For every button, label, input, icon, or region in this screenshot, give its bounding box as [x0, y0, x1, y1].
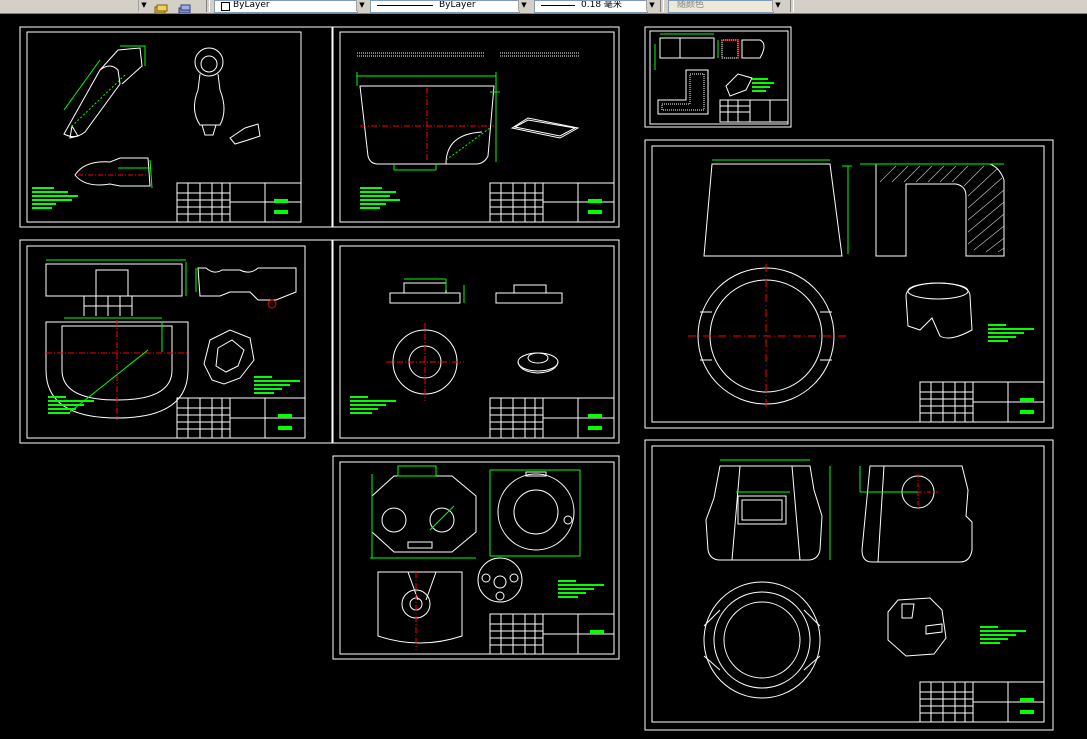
toolbar-separator: [790, 0, 794, 12]
title-block: [176, 397, 306, 439]
technical-notes: [350, 396, 396, 414]
linetype-dropdown-value: ByLayer: [439, 0, 476, 10]
title-block: [489, 397, 615, 439]
plotstyle-dropdown[interactable]: 随颜色: [668, 0, 774, 13]
sheet-cap-part[interactable]: [332, 239, 620, 444]
plotstyle-dropdown-value: 随颜色: [677, 0, 705, 10]
title-block: [919, 681, 1045, 723]
title-block: [919, 381, 1045, 423]
color-dropdown[interactable]: ByLayer: [214, 0, 358, 13]
title-block: [176, 182, 302, 223]
title-block: [719, 99, 789, 123]
layer-previous-icon[interactable]: [178, 0, 192, 13]
technical-notes: [988, 324, 1034, 342]
sheet-handle-assembly[interactable]: [19, 26, 333, 228]
technical-notes: [48, 376, 300, 414]
sheet-ring-base[interactable]: [644, 139, 1054, 429]
previous-dropdown-arrow[interactable]: ▼: [138, 0, 149, 11]
lineweight-line-icon: [541, 5, 575, 6]
title-block: [489, 613, 615, 655]
plotstyle-dropdown-arrow[interactable]: ▼: [772, 0, 783, 11]
title-block: [489, 182, 615, 223]
sheet-small-bracket[interactable]: [644, 26, 792, 128]
lineweight-dropdown-value: 0.18 毫米: [581, 0, 622, 10]
color-dropdown-arrow[interactable]: ▼: [356, 0, 367, 11]
toolbar-separator: [660, 0, 664, 12]
lineweight-dropdown-arrow[interactable]: ▼: [646, 0, 657, 11]
technical-notes: [980, 626, 1026, 644]
color-swatch-icon: [221, 2, 230, 11]
technical-notes: [32, 187, 78, 209]
lineweight-dropdown[interactable]: 0.18 毫米: [534, 0, 648, 13]
technical-notes: [752, 78, 774, 92]
sheet-ball-part[interactable]: [332, 455, 620, 660]
drawing-canvas[interactable]: [0, 14, 1087, 739]
technical-notes: [360, 187, 400, 209]
linetype-dropdown[interactable]: ByLayer: [370, 0, 520, 13]
layer-states-icon[interactable]: [154, 0, 168, 13]
properties-toolbar: ▼ ByLayer ▼ ByLayer ▼ 0.18 毫米 ▼ 随颜色 ▼: [0, 0, 1087, 14]
sheet-clip-part[interactable]: [19, 239, 333, 444]
toolbar-separator: [206, 0, 210, 12]
sheet-sleeve-part[interactable]: [644, 439, 1054, 731]
technical-notes: [558, 580, 604, 598]
linetype-dropdown-arrow[interactable]: ▼: [518, 0, 529, 11]
color-dropdown-value: ByLayer: [233, 0, 270, 10]
linetype-line-icon: [377, 5, 433, 6]
sheet-trapezoid-part[interactable]: [332, 26, 620, 228]
